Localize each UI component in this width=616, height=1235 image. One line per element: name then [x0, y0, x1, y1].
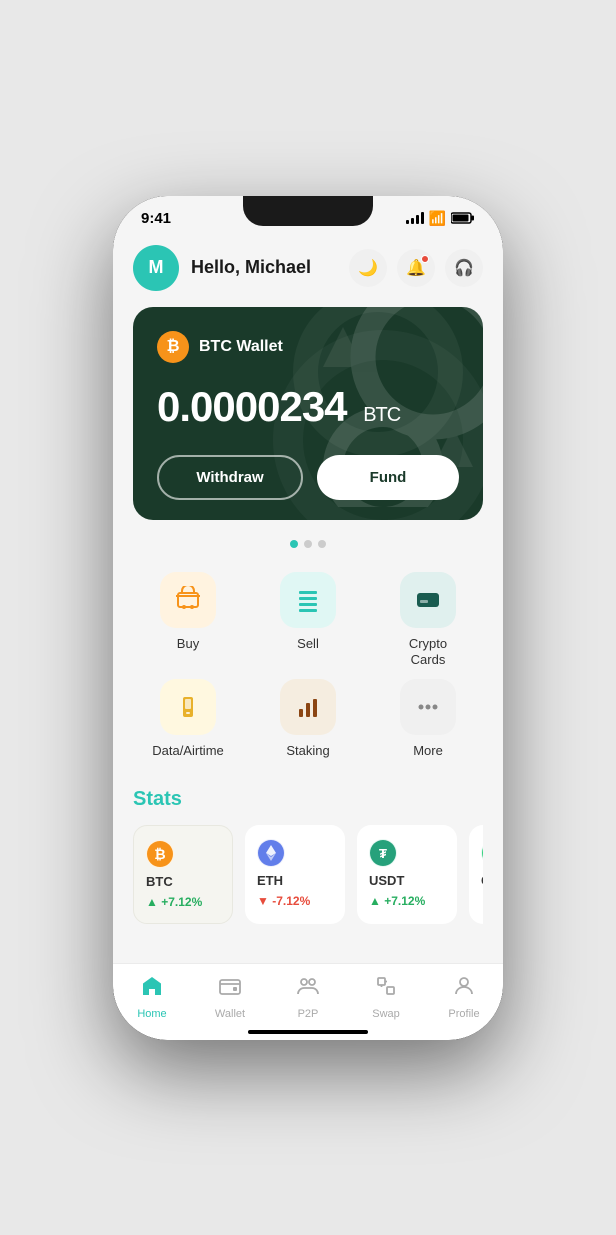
btc-stat-icon: ₿	[146, 840, 174, 868]
data-airtime-label: Data/Airtime	[152, 743, 224, 760]
stat-card-btc[interactable]: ₿ BTC +7.12%	[133, 825, 233, 924]
celo-stat-icon	[481, 839, 483, 867]
action-crypto-cards[interactable]: CryptoCards	[373, 572, 483, 670]
stats-scroll[interactable]: ₿ BTC +7.12%	[133, 825, 483, 932]
celo-stat-change: -7.12%	[481, 894, 483, 908]
more-label: More	[413, 743, 443, 760]
wallet-nav-icon	[218, 974, 242, 1004]
status-time: 9:41	[141, 210, 171, 227]
stat-card-usdt[interactable]: ₮ USDT +7.12%	[357, 825, 457, 924]
bottom-nav: Home Wallet	[113, 963, 503, 1040]
nav-wallet-label: Wallet	[215, 1008, 245, 1020]
dot-3[interactable]	[318, 540, 326, 548]
dark-mode-button[interactable]: 🌙	[349, 249, 387, 287]
sell-label: Sell	[297, 636, 319, 653]
battery-icon	[451, 212, 475, 224]
nav-home-label: Home	[137, 1008, 166, 1020]
svg-text:₿: ₿	[154, 846, 165, 862]
card-buttons: Withdraw Fund	[157, 455, 459, 500]
action-data-airtime[interactable]: Data/Airtime	[133, 679, 243, 760]
nav-profile-label: Profile	[448, 1008, 479, 1020]
wallet-balance: 0.0000234 BTC	[157, 383, 459, 431]
header: M Hello, Michael 🌙 🔔 🎧	[133, 235, 483, 307]
nav-p2p-label: P2P	[298, 1008, 319, 1020]
notifications-button[interactable]: 🔔	[397, 249, 435, 287]
stat-card-celo[interactable]: CELO -7.12%	[469, 825, 483, 924]
stats-title: Stats	[133, 788, 483, 811]
usdt-stat-change: +7.12%	[369, 894, 425, 908]
notification-badge	[421, 255, 429, 263]
nav-wallet[interactable]: Wallet	[200, 974, 260, 1020]
p2p-icon	[296, 974, 320, 1004]
eth-stat-icon	[257, 839, 285, 867]
usdt-stat-name: USDT	[369, 873, 404, 888]
nav-p2p[interactable]: P2P	[278, 974, 338, 1020]
staking-icon	[280, 679, 336, 735]
btc-stat-change: +7.12%	[146, 895, 202, 909]
support-button[interactable]: 🎧	[445, 249, 483, 287]
greeting-text: Hello, Michael	[191, 257, 337, 278]
carousel-dots	[133, 540, 483, 548]
wallet-title: BTC Wallet	[199, 338, 283, 356]
profile-icon	[452, 974, 476, 1004]
home-indicator	[248, 1030, 368, 1034]
nav-swap[interactable]: Swap	[356, 974, 416, 1020]
action-sell[interactable]: Sell	[253, 572, 363, 670]
buy-label: Buy	[177, 636, 199, 653]
dot-2[interactable]	[304, 540, 312, 548]
eth-stat-change: -7.12%	[257, 894, 310, 908]
btc-coin-icon: ₿	[157, 331, 189, 363]
dot-1[interactable]	[290, 540, 298, 548]
header-actions: 🌙 🔔 🎧	[349, 249, 483, 287]
home-icon	[140, 974, 164, 1004]
svg-text:₮: ₮	[379, 846, 387, 861]
celo-stat-name: CELO	[481, 873, 483, 888]
more-icon	[400, 679, 456, 735]
staking-label: Staking	[286, 743, 329, 760]
main-content: M Hello, Michael 🌙 🔔 🎧	[113, 235, 503, 989]
btc-stat-name: BTC	[146, 874, 173, 889]
fund-button[interactable]: Fund	[317, 455, 459, 500]
action-more[interactable]: More	[373, 679, 483, 760]
quick-actions-grid: Buy Sell	[133, 572, 483, 761]
eth-stat-name: ETH	[257, 873, 283, 888]
nav-profile[interactable]: Profile	[434, 974, 494, 1020]
buy-icon	[160, 572, 216, 628]
crypto-cards-label: CryptoCards	[409, 636, 447, 670]
action-buy[interactable]: Buy	[133, 572, 243, 670]
stat-card-eth[interactable]: ETH -7.12%	[245, 825, 345, 924]
wallet-card: ₿ BTC Wallet 0.0000234 BTC Withdraw Fund	[133, 307, 483, 520]
nav-home[interactable]: Home	[122, 974, 182, 1020]
action-staking[interactable]: Staking	[253, 679, 363, 760]
avatar: M	[133, 245, 179, 291]
swap-icon	[374, 974, 398, 1004]
stats-section: Stats ₿ BTC +7.12%	[133, 788, 483, 932]
headset-icon: 🎧	[454, 258, 474, 278]
moon-icon: 🌙	[358, 258, 378, 278]
nav-swap-label: Swap	[372, 1008, 400, 1020]
crypto-cards-icon	[400, 572, 456, 628]
withdraw-button[interactable]: Withdraw	[157, 455, 303, 500]
wallet-currency: BTC	[363, 404, 400, 426]
status-icons: 📶	[406, 210, 475, 227]
usdt-stat-icon: ₮	[369, 839, 397, 867]
wifi-icon: 📶	[429, 210, 446, 227]
signal-icon	[406, 212, 424, 224]
card-decoration	[283, 307, 483, 507]
sell-icon	[280, 572, 336, 628]
data-airtime-icon	[160, 679, 216, 735]
